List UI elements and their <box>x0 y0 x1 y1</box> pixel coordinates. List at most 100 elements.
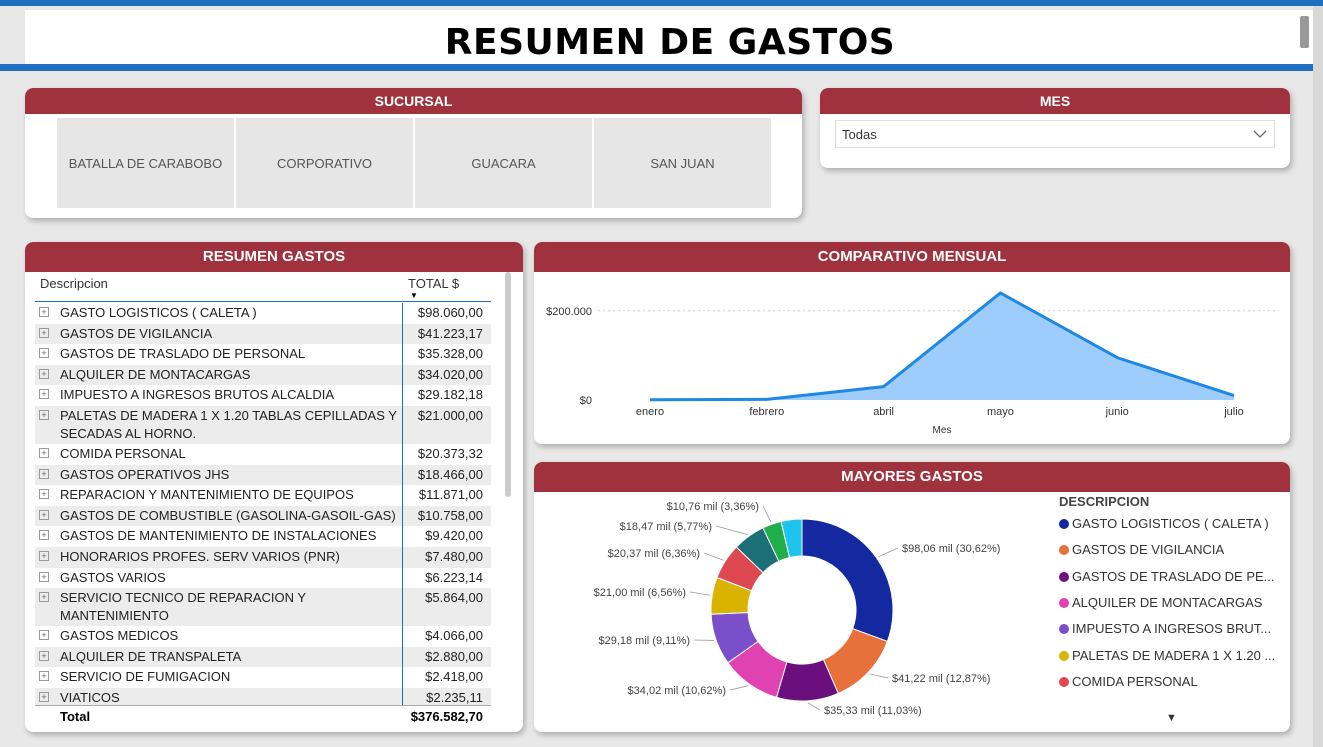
expand-icon[interactable]: + <box>39 550 49 561</box>
row-description: VIATICOS <box>60 689 120 705</box>
table-row[interactable]: + SERVICIO TECNICO DE REPARACION Y MANTEN… <box>35 588 491 627</box>
expand-icon[interactable]: + <box>39 348 49 359</box>
legend-scroll-down-icon[interactable]: ▼ <box>1166 712 1177 724</box>
table-row[interactable]: + GASTO LOGISTICOS ( CALETA ) $98.060,00 <box>35 303 491 324</box>
expand-icon[interactable]: + <box>39 571 49 582</box>
legend-title: DESCRIPCION <box>1059 494 1150 509</box>
title-divider <box>0 64 1323 71</box>
table-row[interactable]: + COMIDA PERSONAL $20.373,32 <box>35 444 491 465</box>
mayores-gastos-card: MAYORES GASTOS $98,06 mil (30,62%) $41,22… <box>534 462 1290 732</box>
row-description: HONORARIOS PROFES. SERV VARIOS (PNR) <box>60 548 340 564</box>
row-total: $98.060,00 <box>417 305 483 320</box>
expand-icon[interactable]: + <box>39 650 49 661</box>
column-header-total[interactable]: TOTAL $ <box>408 276 459 291</box>
sucursal-option-corporativo[interactable]: CORPORATIVO <box>236 118 413 208</box>
expand-icon[interactable]: + <box>39 671 49 682</box>
row-total: $35.328,00 <box>417 346 483 362</box>
sort-desc-icon: ▼ <box>410 291 418 300</box>
data-label: $41,22 mil (12,87%) <box>892 673 990 685</box>
sucursal-option-guacara[interactable]: GUACARA <box>415 118 592 208</box>
data-label: $35,33 mil (11,03%) <box>824 705 922 717</box>
table-row[interactable]: + GASTOS OPERATIVOS JHS $18.466,00 <box>35 464 491 486</box>
mes-header: MES <box>820 88 1290 114</box>
sucursal-option-batalla[interactable]: BATALLA DE CARABOBO <box>57 118 234 208</box>
expand-icon[interactable]: + <box>39 447 49 458</box>
data-label: $21,00 mil (6,56%) <box>594 587 686 599</box>
table-row[interactable]: + ALQUILER DE MONTACARGAS $34.020,00 <box>35 364 491 386</box>
expand-icon[interactable]: + <box>39 389 49 400</box>
chevron-down-icon <box>1253 130 1267 138</box>
page-scrollbar-thumb[interactable] <box>1300 16 1309 48</box>
legend-item[interactable]: IMPUESTO A INGRESOS BRUT... <box>1059 621 1271 636</box>
table-row[interactable]: + HONORARIOS PROFES. SERV VARIOS (PNR) $7.… <box>35 546 491 568</box>
row-description: GASTOS MEDICOS <box>60 628 179 644</box>
table-row[interactable]: + ALQUILER DE TRANSPALETA $2.880,00 <box>35 646 491 668</box>
table-row[interactable]: + GASTOS MEDICOS $4.066,00 <box>35 626 491 647</box>
donut-chart: $98,06 mil (30,62%) $41,22 mil (12,87%) $3… <box>594 501 1001 717</box>
comparativo-mensual-card: COMPARATIVO MENSUAL $0 $200.000 enero febre… <box>534 242 1290 444</box>
table-row[interactable]: + PALETAS DE MADERA 1 X 1.20 TABLAS CEPIL… <box>35 405 491 444</box>
row-total: $2.235,11 <box>426 689 483 705</box>
legend-color-icon <box>1059 676 1069 687</box>
expand-icon[interactable]: + <box>39 509 49 520</box>
column-divider <box>402 303 403 705</box>
expand-icon[interactable]: + <box>39 530 49 541</box>
x-tick-label: mayo <box>987 406 1014 418</box>
page-scrollbar[interactable] <box>1313 6 1323 747</box>
legend-item[interactable]: GASTOS DE VIGILANCIA <box>1059 542 1224 557</box>
table-body: + GASTO LOGISTICOS ( CALETA ) $98.060,00 + G… <box>35 303 491 705</box>
table-row[interactable]: + REPARACION Y MANTENIMIENTO DE EQUIPOS $1… <box>35 485 491 506</box>
legend-item[interactable]: PALETAS DE MADERA 1 X 1.20 ... <box>1059 648 1275 663</box>
row-description: GASTOS DE COMBUSTIBLE (GASOLINA-GASOIL-G… <box>60 507 396 523</box>
mes-dropdown[interactable]: Todas <box>835 120 1275 148</box>
row-total: $6.223,14 <box>425 569 483 585</box>
leader-line <box>762 505 772 523</box>
total-label: Total <box>60 709 91 724</box>
legend-item[interactable]: ALQUILER DE MONTACARGAS <box>1059 595 1262 610</box>
expand-icon[interactable]: + <box>39 691 49 702</box>
x-tick-label: julio <box>1223 406 1244 418</box>
x-tick-label: febrero <box>749 406 784 418</box>
table-row[interactable]: + GASTOS DE COMBUSTIBLE (GASOLINA-GASOIL-… <box>35 505 491 527</box>
column-header-descripcion[interactable]: Descripcion <box>40 276 108 291</box>
table-row[interactable]: + VIATICOS $2.235,11 <box>35 687 491 705</box>
expand-icon[interactable]: + <box>39 489 49 500</box>
page-title: RESUMEN DE GASTOS <box>444 22 896 63</box>
expand-icon[interactable]: + <box>39 468 49 479</box>
legend-color-icon <box>1059 519 1069 529</box>
table-row[interactable]: + GASTOS DE MANTENIMIENTO DE INSTALACIONE… <box>35 526 491 547</box>
sucursal-option-san-juan[interactable]: SAN JUAN <box>594 118 771 208</box>
legend-item[interactable]: GASTO LOGISTICOS ( CALETA ) <box>1059 516 1269 531</box>
total-value: $376.582,70 <box>410 709 483 724</box>
expand-icon[interactable]: + <box>39 592 49 603</box>
table-row[interactable]: + GASTOS VARIOS $6.223,14 <box>35 568 491 589</box>
table-scrollbar[interactable] <box>505 272 511 497</box>
legend-item[interactable]: COMIDA PERSONAL <box>1059 674 1198 689</box>
expand-icon[interactable]: + <box>39 630 49 641</box>
table-total-row: Total $376.582,70 <box>35 705 491 727</box>
x-tick-label: abril <box>873 406 894 418</box>
row-description: GASTOS DE TRASLADO DE PERSONAL <box>60 346 306 362</box>
leader-line <box>703 552 724 561</box>
expand-icon[interactable]: + <box>39 327 49 338</box>
expand-icon[interactable]: + <box>39 409 49 420</box>
row-total: $34.020,00 <box>417 366 483 382</box>
legend-item[interactable]: GASTOS DE TRASLADO DE PE... <box>1059 569 1275 584</box>
legend-label: IMPUESTO A INGRESOS BRUT... <box>1072 621 1272 637</box>
row-total: $41.223,17 <box>417 325 483 341</box>
table-row[interactable]: + IMPUESTO A INGRESOS BRUTOS ALCALDIA $29.… <box>35 385 491 406</box>
row-total: $29.182,18 <box>417 387 483 403</box>
row-description: ALQUILER DE MONTACARGAS <box>60 366 251 382</box>
sucursal-header: SUCURSAL <box>25 88 802 114</box>
line-chart: $0 $200.000 enero febrero abril mayo junio juli… <box>546 291 1279 436</box>
expand-icon[interactable]: + <box>39 307 49 317</box>
table-row[interactable]: + GASTOS DE VIGILANCIA $41.223,17 <box>35 323 491 345</box>
table-row[interactable]: + SERVICIO DE FUMIGACION $2.418,00 <box>35 667 491 688</box>
legend-label: GASTOS DE VIGILANCIA <box>1072 542 1225 558</box>
table-row[interactable]: + GASTOS DE TRASLADO DE PERSONAL $35.328,0… <box>35 344 491 365</box>
expand-icon[interactable]: + <box>39 368 49 379</box>
row-description: GASTOS DE VIGILANCIA <box>60 325 213 341</box>
row-total: $5.864,00 <box>425 590 483 606</box>
mes-slicer-card: MES Todas <box>820 88 1290 168</box>
data-label: $18,47 mil (5,77%) <box>620 521 712 533</box>
